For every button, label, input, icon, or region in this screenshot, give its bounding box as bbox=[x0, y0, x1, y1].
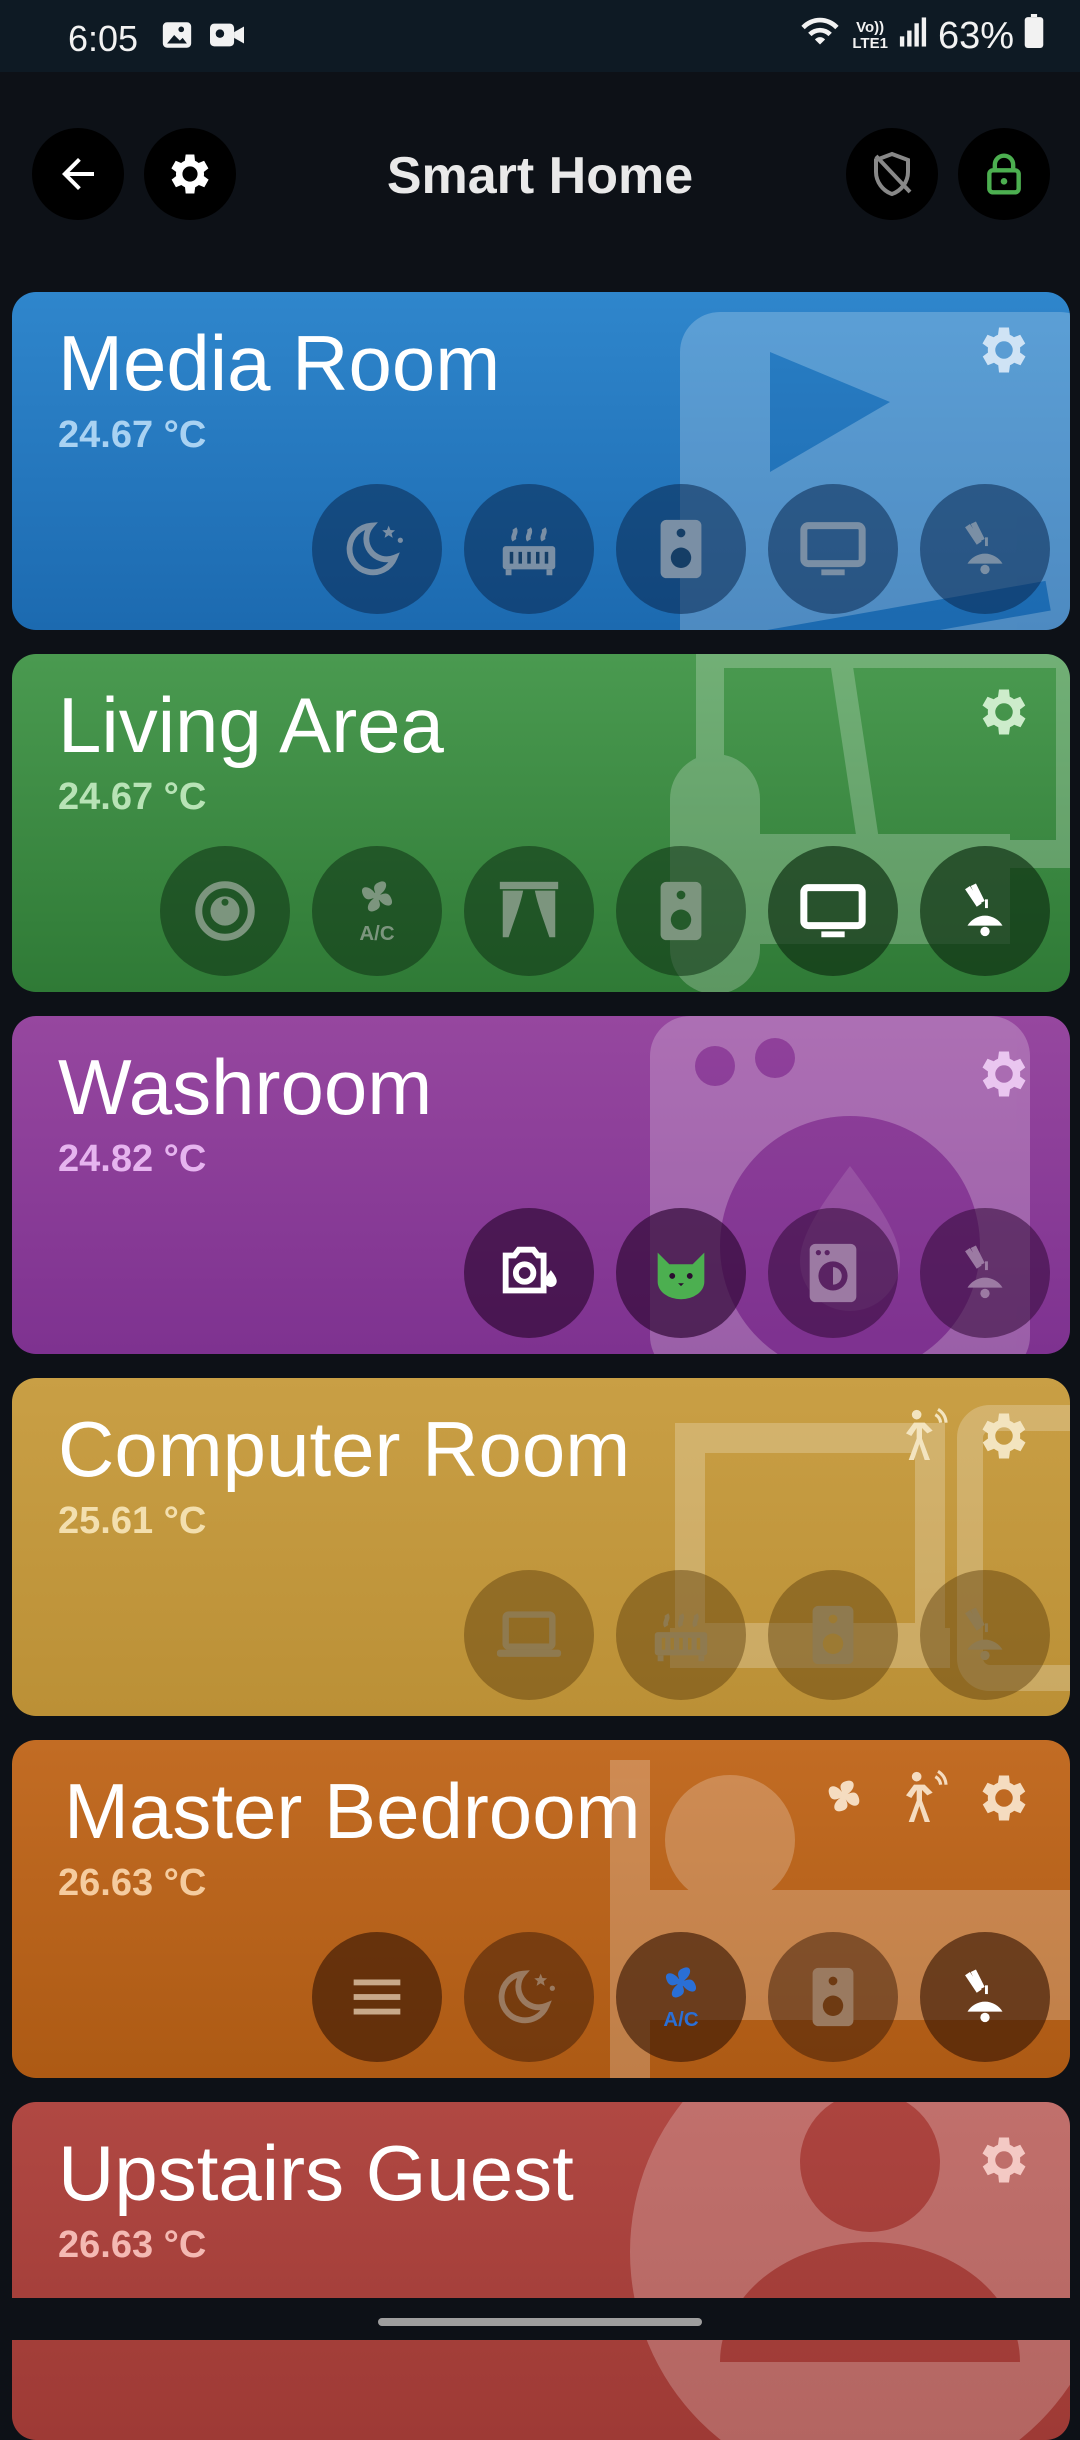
room-card-washroom[interactable]: Washroom 24.82 °C bbox=[12, 1016, 1070, 1354]
menu-button[interactable] bbox=[312, 1932, 442, 2062]
lamp-button[interactable] bbox=[920, 1932, 1050, 2062]
lamp-button[interactable] bbox=[920, 484, 1050, 614]
room-name: Master Bedroom bbox=[64, 1767, 641, 1855]
gear-icon[interactable] bbox=[974, 1768, 1034, 1828]
heater-icon bbox=[654, 1613, 708, 1662]
room-name: Media Room bbox=[58, 319, 501, 407]
speaker-button[interactable] bbox=[616, 846, 746, 976]
robot-vacuum-button[interactable] bbox=[160, 846, 290, 976]
svg-text:A/C: A/C bbox=[359, 923, 394, 945]
lte-indicator: Vo)) LTE1 bbox=[852, 20, 888, 52]
home-gesture-handle[interactable] bbox=[378, 2318, 702, 2326]
room-name: Living Area bbox=[58, 681, 444, 769]
speaker-button[interactable] bbox=[768, 1932, 898, 2062]
battery-icon bbox=[1024, 14, 1044, 58]
water-heater-icon bbox=[502, 1246, 557, 1294]
lock-icon bbox=[987, 153, 1021, 195]
lte-line1: Vo)) bbox=[856, 19, 885, 36]
gallery-icon bbox=[160, 18, 194, 57]
lamp-icon bbox=[965, 1969, 1003, 2023]
room-temperature: 24.67 °C bbox=[58, 414, 207, 456]
speaker-icon bbox=[660, 519, 702, 579]
room-name: Upstairs Guest bbox=[58, 2129, 574, 2217]
speaker-icon bbox=[660, 881, 702, 941]
lamp-button[interactable] bbox=[920, 846, 1050, 976]
video-icon bbox=[208, 18, 246, 57]
ac-fan-icon: A/C bbox=[359, 881, 395, 945]
laptop-button[interactable] bbox=[464, 1570, 594, 1700]
sleep-mode-icon bbox=[498, 1970, 555, 2024]
heater-button[interactable] bbox=[616, 1570, 746, 1700]
heater-icon bbox=[502, 527, 556, 576]
curtains-button[interactable] bbox=[464, 846, 594, 976]
motion-sensor-icon bbox=[906, 1769, 948, 1822]
room-name: Computer Room bbox=[58, 1405, 631, 1493]
lock-button[interactable] bbox=[958, 128, 1050, 220]
room-card-master-bedroom[interactable]: Master Bedroom 26.63 °C A/C bbox=[12, 1740, 1070, 2078]
speaker-button[interactable] bbox=[616, 484, 746, 614]
washing-machine-button[interactable] bbox=[768, 1208, 898, 1338]
lamp-icon bbox=[965, 1607, 1003, 1661]
gear-icon[interactable] bbox=[974, 682, 1034, 742]
menu-icon bbox=[353, 1979, 401, 2015]
room-temperature: 24.67 °C bbox=[58, 776, 207, 818]
motion-sensor-icon bbox=[906, 1407, 948, 1460]
cat-button[interactable] bbox=[616, 1208, 746, 1338]
gear-icon[interactable] bbox=[974, 1406, 1034, 1466]
robot-vacuum-icon bbox=[195, 881, 255, 941]
sleep-mode-button[interactable] bbox=[312, 484, 442, 614]
room-card-computer-room[interactable]: Computer Room 25.61 °C bbox=[12, 1378, 1070, 1716]
lamp-icon bbox=[965, 1245, 1003, 1299]
lte-line2: LTE1 bbox=[852, 35, 888, 52]
gear-icon[interactable] bbox=[974, 320, 1034, 380]
washing-machine-icon bbox=[809, 1243, 857, 1303]
cat-icon bbox=[657, 1252, 705, 1300]
room-temperature: 25.61 °C bbox=[58, 1500, 207, 1542]
tv-icon bbox=[800, 884, 866, 938]
room-temperature: 24.82 °C bbox=[58, 1138, 207, 1180]
sleep-mode-icon bbox=[346, 522, 403, 576]
speaker-button[interactable] bbox=[768, 1570, 898, 1700]
status-bar: 6:05 Vo)) LTE1 63% bbox=[0, 0, 1080, 72]
ac-fan-button[interactable]: A/C bbox=[312, 846, 442, 976]
security-button[interactable] bbox=[846, 128, 938, 220]
room-temperature: 26.63 °C bbox=[58, 2224, 207, 2266]
room-temperature: 26.63 °C bbox=[58, 1862, 207, 1904]
water-heater-button[interactable] bbox=[464, 1208, 594, 1338]
heater-button[interactable] bbox=[464, 484, 594, 614]
sleep-mode-button[interactable] bbox=[464, 1932, 594, 2062]
navigation-bar bbox=[0, 2298, 1080, 2340]
room-name: Washroom bbox=[58, 1043, 433, 1131]
lamp-button[interactable] bbox=[920, 1570, 1050, 1700]
gear-icon[interactable] bbox=[974, 2130, 1034, 2190]
svg-text:A/C: A/C bbox=[663, 2009, 698, 2031]
lamp-icon bbox=[965, 883, 1003, 937]
battery-percent: 63% bbox=[937, 14, 1014, 57]
fan-icon bbox=[828, 1780, 860, 1812]
tv-button[interactable] bbox=[768, 846, 898, 976]
tv-button[interactable] bbox=[768, 484, 898, 614]
signal-icon bbox=[898, 15, 928, 58]
status-time: 6:05 bbox=[68, 18, 139, 59]
ac-fan-icon: A/C bbox=[663, 1967, 699, 2031]
gear-icon[interactable] bbox=[974, 1044, 1034, 1104]
speaker-icon bbox=[812, 1967, 854, 2027]
wifi-icon bbox=[798, 14, 842, 58]
curtains-icon bbox=[499, 881, 559, 938]
room-card-upstairs-guest[interactable]: Upstairs Guest 26.63 °C bbox=[12, 2102, 1070, 2440]
speaker-icon bbox=[812, 1605, 854, 1665]
shield-off-icon bbox=[874, 151, 912, 197]
app-bar: Smart Home bbox=[0, 72, 1080, 280]
room-card-media-room[interactable]: Media Room 24.67 °C bbox=[12, 292, 1070, 630]
ac-fan-button[interactable]: A/C bbox=[616, 1932, 746, 2062]
tv-icon bbox=[800, 522, 866, 576]
laptop-icon bbox=[496, 1611, 562, 1657]
lamp-icon bbox=[965, 521, 1003, 575]
room-card-living-area[interactable]: Living Area 24.67 °C A/C bbox=[12, 654, 1070, 992]
lamp-button[interactable] bbox=[920, 1208, 1050, 1338]
